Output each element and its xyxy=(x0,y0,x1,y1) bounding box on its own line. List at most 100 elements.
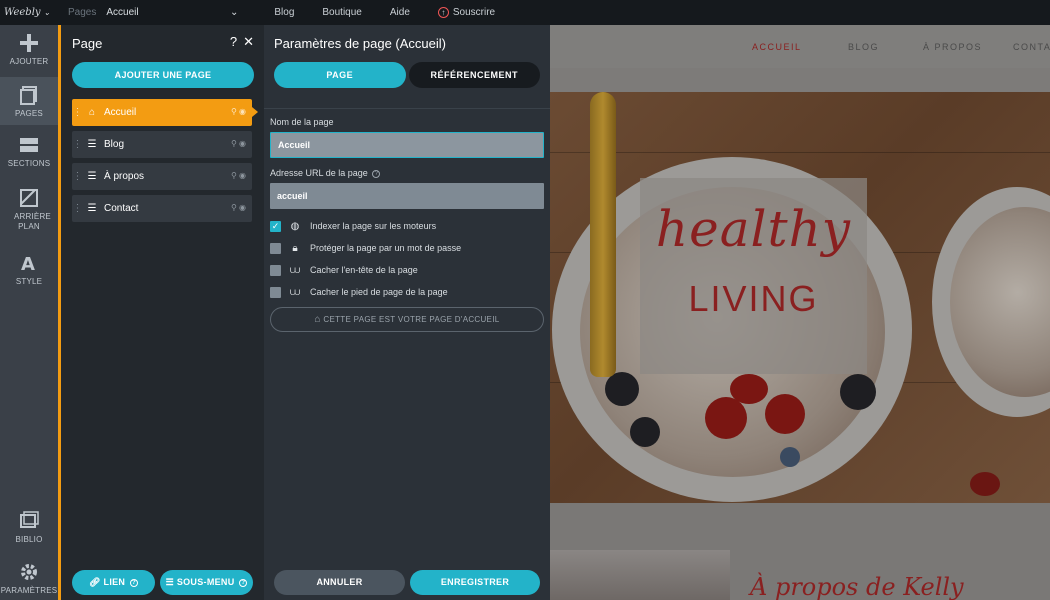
page-url-label-text: Adresse URL de la page xyxy=(270,168,368,178)
subscribe-label: Souscrire xyxy=(452,7,496,18)
page-item-a-propos[interactable]: ⋮ ☰ À propos ⚲ ◉ xyxy=(72,163,252,190)
checkbox-checked[interactable]: ✓ xyxy=(270,220,281,232)
nav-blog[interactable]: Blog xyxy=(274,7,294,18)
sections-icon xyxy=(20,138,38,152)
hero-title-script: healthy xyxy=(655,200,852,258)
rail-parametres[interactable]: PARAMÈTRES xyxy=(0,562,58,600)
homepage-button[interactable]: ⌂ CETTE PAGE EST VOTRE PAGE D'ACCUEIL xyxy=(270,307,544,332)
page-item-label: Accueil xyxy=(104,107,137,118)
cherry-image xyxy=(730,374,768,404)
preview-nav-contact[interactable]: CONTA xyxy=(1013,42,1050,52)
preview-nav-accueil[interactable]: ACCUEIL xyxy=(752,42,802,52)
home-icon: ⌂ xyxy=(314,314,321,325)
preview-nav-blog[interactable]: BLOG xyxy=(848,42,879,52)
rail-sections[interactable]: SECTIONS xyxy=(0,135,58,179)
option-hide-header[interactable]: ⩊ Cacher l'en-tête de la page xyxy=(270,264,418,276)
link-icon: 🔗︎ xyxy=(88,577,101,587)
drag-handle-icon[interactable]: ⋮ xyxy=(72,139,83,150)
settings-title: Paramètres de page (Accueil) xyxy=(274,36,446,51)
page-item-contact[interactable]: ⋮ ☰ Contact ⚲ ◉ xyxy=(72,195,252,222)
save-button[interactable]: ENREGISTRER xyxy=(410,570,540,595)
rail-label: PARAMÈTRES xyxy=(0,586,58,595)
blackberry-image xyxy=(605,372,639,406)
close-icon[interactable]: ✕ xyxy=(243,34,254,50)
rail-label: PAGES xyxy=(15,109,43,118)
help-icon[interactable]: ? xyxy=(372,169,381,178)
weebly-logo[interactable]: Weebly ⌄ xyxy=(0,7,58,18)
page-selector-value: Accueil xyxy=(106,7,139,18)
wood-plank-line xyxy=(550,152,1050,153)
link-button[interactable]: 🔗︎ LIEN ? xyxy=(72,570,155,595)
submenu-button[interactable]: ☰ SOUS-MENU ? xyxy=(160,570,253,595)
checkbox[interactable] xyxy=(270,286,281,298)
page-name-label: Nom de la page xyxy=(270,117,334,127)
option-label: Cacher le pied de page de la page xyxy=(310,287,448,297)
help-icon[interactable]: ? xyxy=(230,34,237,50)
upgrade-icon: ↑ xyxy=(437,7,449,18)
page-tools-icon[interactable]: ⚲ ◉ xyxy=(231,171,246,180)
page-name-input[interactable]: Accueil xyxy=(270,132,544,158)
library-icon xyxy=(20,511,39,528)
page-item-blog[interactable]: ⋮ ☰ Blog ⚲ ◉ xyxy=(72,131,252,158)
submenu-button-label: SOUS-MENU xyxy=(176,577,235,587)
rail-label: SECTIONS xyxy=(7,159,51,168)
pages-panel-title: Page xyxy=(72,36,103,51)
cherry-image xyxy=(705,397,747,439)
checkbox[interactable] xyxy=(270,242,281,254)
page-tools-icon[interactable]: ⚲ ◉ xyxy=(231,139,246,148)
add-page-button[interactable]: AJOUTER UNE PAGE xyxy=(72,62,254,88)
page-item-accueil[interactable]: ⋮ ⌂ Accueil ⚲ ◉ xyxy=(72,99,258,126)
page-settings-panel: Paramètres de page (Accueil) PAGE RÉFÉRE… xyxy=(264,25,550,600)
cancel-button[interactable]: ANNULER xyxy=(274,570,405,595)
rail-label: STYLE xyxy=(15,277,43,286)
page-tools-icon[interactable]: ⚲ ◉ xyxy=(231,203,246,212)
nav-boutique[interactable]: Boutique xyxy=(322,7,361,18)
drag-handle-icon[interactable]: ⋮ xyxy=(72,203,83,214)
homepage-button-label: CETTE PAGE EST VOTRE PAGE D'ACCUEIL xyxy=(323,315,500,324)
page-tools-icon[interactable]: ⚲ ◉ xyxy=(231,107,246,116)
pages-label: Pages xyxy=(68,7,97,18)
cherry-image xyxy=(765,394,805,434)
tab-page[interactable]: PAGE xyxy=(274,62,406,88)
portrait-image xyxy=(550,550,730,600)
page-item-label: Blog xyxy=(104,139,125,150)
option-hide-footer[interactable]: ⩊ Cacher le pied de page de la page xyxy=(270,286,448,298)
page-url-label: Adresse URL de la page ? xyxy=(270,168,381,178)
rail-style[interactable]: A STYLE xyxy=(0,253,58,293)
rail-label: ARRIÈRE PLAN xyxy=(14,212,51,231)
option-password-protect[interactable]: 🔒︎ Protéger la page par un mot de passe xyxy=(270,242,461,254)
hero-text-box[interactable]: healthy LIVING xyxy=(640,178,867,374)
preview-nav-a-propos[interactable]: À PROPOS xyxy=(923,42,982,52)
page-icon: ☰ xyxy=(87,139,97,150)
drag-handle-icon[interactable]: ⋮ xyxy=(72,171,83,182)
globe-icon: ◍ xyxy=(290,220,300,232)
help-icon: ? xyxy=(239,578,248,587)
background-icon xyxy=(20,189,38,207)
divider xyxy=(264,108,550,109)
help-icon: ? xyxy=(130,578,139,587)
rail-arriere-plan[interactable]: ARRIÈRE PLAN xyxy=(0,188,58,238)
gear-icon xyxy=(21,564,37,580)
rail-biblio[interactable]: BIBLIO xyxy=(0,511,58,551)
pages-panel: Page ? ✕ AJOUTER UNE PAGE ⋮ ⌂ Accueil ⚲ … xyxy=(61,25,264,600)
option-label: Indexer la page sur les moteurs xyxy=(310,221,437,231)
nav-subscribe[interactable]: ↑ Souscrire xyxy=(437,7,496,18)
option-index-page[interactable]: ✓ ◍ Indexer la page sur les moteurs xyxy=(270,220,436,232)
style-icon: A xyxy=(21,254,35,273)
tab-referencement[interactable]: RÉFÉRENCEMENT xyxy=(408,62,540,88)
logo-text: Weebly xyxy=(4,7,41,18)
blackberry-image xyxy=(840,374,876,410)
nav-aide[interactable]: Aide xyxy=(390,7,410,18)
drag-handle-icon[interactable]: ⋮ xyxy=(72,107,83,118)
pages-icon xyxy=(20,86,37,105)
spoon-image xyxy=(590,92,616,377)
page-selector[interactable]: Accueil ⌄ xyxy=(106,7,246,18)
page-url-input[interactable]: accueil xyxy=(270,183,544,209)
home-icon: ⌂ xyxy=(88,107,96,118)
rail-label: AJOUTER xyxy=(9,57,49,66)
eye-hide-icon: ⩊ xyxy=(289,286,301,298)
rail-pages[interactable]: PAGES xyxy=(0,77,58,125)
checkbox[interactable] xyxy=(270,264,281,276)
chevron-down-icon: ⌄ xyxy=(43,8,51,17)
rail-ajouter[interactable]: AJOUTER xyxy=(0,33,58,77)
